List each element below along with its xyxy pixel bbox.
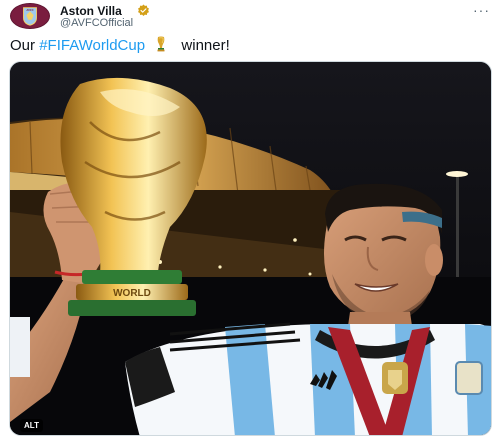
account-handle[interactable]: @AVFCOfficial bbox=[60, 17, 133, 29]
more-options-icon[interactable]: ··· bbox=[473, 2, 490, 18]
trophy-base-text: WORLD bbox=[113, 288, 151, 299]
hashtag-link[interactable]: #FIFAWorldCup bbox=[39, 37, 145, 54]
alt-text-badge[interactable]: ALT bbox=[20, 419, 43, 432]
verified-badge-icon bbox=[138, 4, 149, 17]
tweet-photo[interactable]: WORLD ALT bbox=[9, 61, 492, 436]
tweet-text-before: Our bbox=[10, 37, 40, 54]
tweet-text-after: winner! bbox=[181, 37, 230, 54]
avatar[interactable]: AVFC bbox=[10, 3, 50, 29]
avatar-text: AVFC bbox=[26, 8, 33, 12]
tweet-header: AVFC Aston Villa @AVFCOfficial ··· bbox=[8, 2, 492, 32]
world-cup-celebration-photo: WORLD bbox=[10, 62, 491, 435]
tweet-text: Our #FIFAWorldCup winner! bbox=[10, 36, 230, 56]
display-name[interactable]: Aston Villa bbox=[60, 4, 122, 18]
trophy-icon bbox=[157, 36, 165, 52]
